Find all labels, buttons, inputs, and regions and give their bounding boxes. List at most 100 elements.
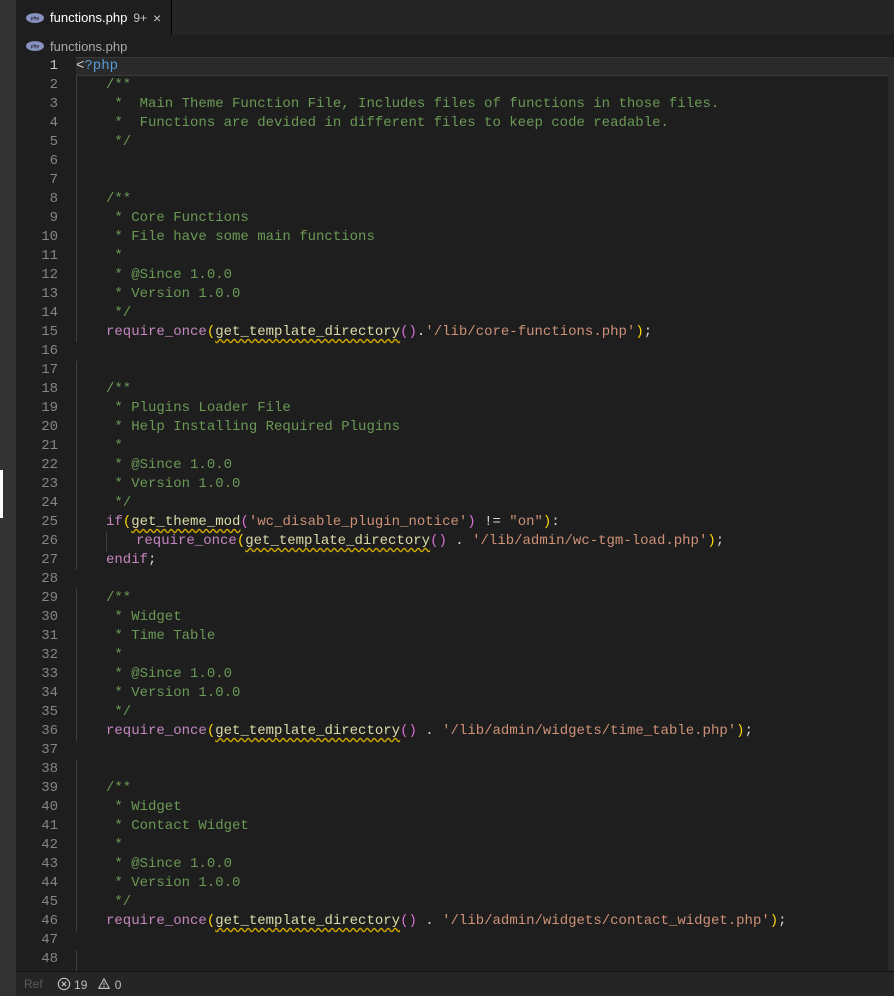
line-number[interactable]: 42 [16, 836, 76, 855]
line-number[interactable]: 23 [16, 475, 76, 494]
line-number[interactable]: 16 [16, 342, 76, 361]
code-line[interactable] [76, 950, 894, 969]
line-number[interactable]: 26 [16, 532, 76, 551]
line-number[interactable]: 35 [16, 703, 76, 722]
line-number[interactable]: 4 [16, 114, 76, 133]
code-line[interactable] [76, 171, 894, 190]
code-line[interactable]: <?php [76, 57, 894, 76]
line-number[interactable]: 15 [16, 323, 76, 342]
tab-close-button[interactable]: × [153, 11, 161, 25]
line-number[interactable]: 18 [16, 380, 76, 399]
line-number[interactable]: 7 [16, 171, 76, 190]
code-line[interactable]: * @Since 1.0.0 [76, 855, 894, 874]
line-number[interactable]: 45 [16, 893, 76, 912]
code-line[interactable]: * [76, 836, 894, 855]
line-number[interactable]: 31 [16, 627, 76, 646]
line-number[interactable]: 33 [16, 665, 76, 684]
line-number[interactable]: 28 [16, 570, 76, 589]
line-number[interactable]: 20 [16, 418, 76, 437]
code-editor[interactable]: 1234567891011121314151617181920212223242… [16, 57, 894, 971]
code-line[interactable]: require_once(get_template_directory() . … [76, 532, 894, 551]
line-number[interactable]: 13 [16, 285, 76, 304]
breadcrumb-item[interactable]: functions.php [50, 39, 127, 54]
code-line[interactable] [76, 342, 894, 361]
code-line[interactable]: * File have some main functions [76, 228, 894, 247]
line-number[interactable]: 6 [16, 152, 76, 171]
line-number[interactable]: 2 [16, 76, 76, 95]
code-line[interactable]: * [76, 646, 894, 665]
line-number[interactable]: 49 [16, 969, 76, 971]
code-line[interactable]: * [76, 437, 894, 456]
code-line[interactable]: */ [76, 893, 894, 912]
code-line[interactable] [76, 741, 894, 760]
code-line[interactable]: if(get_theme_mod('wc_disable_plugin_noti… [76, 513, 894, 532]
code-line[interactable] [76, 931, 894, 950]
line-number[interactable]: 3 [16, 95, 76, 114]
line-number[interactable]: 43 [16, 855, 76, 874]
code-line[interactable]: * Functions are devided in different fil… [76, 114, 894, 133]
code-line[interactable]: * Version 1.0.0 [76, 475, 894, 494]
code-line[interactable]: * Main Theme Function File, Includes fil… [76, 95, 894, 114]
code-line[interactable]: require_once(get_template_directory() . … [76, 912, 894, 931]
line-number[interactable]: 44 [16, 874, 76, 893]
line-number[interactable]: 32 [16, 646, 76, 665]
line-number[interactable]: 30 [16, 608, 76, 627]
code-line[interactable]: * Plugins Loader File [76, 399, 894, 418]
line-number[interactable]: 12 [16, 266, 76, 285]
code-line[interactable]: /** [76, 779, 894, 798]
line-number[interactable]: 8 [16, 190, 76, 209]
code-line[interactable]: /** [76, 380, 894, 399]
code-line[interactable]: * Time Table [76, 627, 894, 646]
code-line[interactable] [76, 570, 894, 589]
code-line[interactable]: * Version 1.0.0 [76, 874, 894, 893]
line-number[interactable]: 48 [16, 950, 76, 969]
code-line[interactable] [76, 760, 894, 779]
editor-tab-functions-php[interactable]: php functions.php 9+ × [16, 0, 172, 35]
line-number[interactable]: 46 [16, 912, 76, 931]
code-line[interactable]: * Widget [76, 798, 894, 817]
minimap[interactable] [888, 57, 894, 971]
line-number[interactable]: 25 [16, 513, 76, 532]
line-number[interactable]: 38 [16, 760, 76, 779]
line-number[interactable]: 14 [16, 304, 76, 323]
code-line[interactable]: */ [76, 494, 894, 513]
line-number[interactable]: 34 [16, 684, 76, 703]
line-number[interactable]: 29 [16, 589, 76, 608]
code-line[interactable]: * Widget [76, 608, 894, 627]
line-number[interactable]: 24 [16, 494, 76, 513]
code-line[interactable]: /** [76, 589, 894, 608]
code-line[interactable]: * Contact Widget [76, 817, 894, 836]
code-line[interactable]: require_once(get_template_directory() . … [76, 722, 894, 741]
code-line[interactable]: require_once(get_template_directory().'/… [76, 323, 894, 342]
code-line[interactable]: * Help Installing Required Plugins [76, 418, 894, 437]
code-line[interactable] [76, 152, 894, 171]
line-number[interactable]: 27 [16, 551, 76, 570]
line-number[interactable]: 36 [16, 722, 76, 741]
code-line[interactable]: * Version 1.0.0 [76, 684, 894, 703]
line-number[interactable]: 1 [16, 57, 76, 76]
line-number[interactable]: 17 [16, 361, 76, 380]
code-line[interactable]: * @Since 1.0.0 [76, 665, 894, 684]
line-number[interactable]: 9 [16, 209, 76, 228]
code-line[interactable]: * Core Functions [76, 209, 894, 228]
code-area[interactable]: <?php /** * Main Theme Function File, In… [76, 57, 894, 971]
line-number[interactable]: 41 [16, 817, 76, 836]
line-number[interactable]: 37 [16, 741, 76, 760]
code-line[interactable]: */ [76, 304, 894, 323]
line-number[interactable]: 5 [16, 133, 76, 152]
code-line[interactable]: /** [76, 190, 894, 209]
line-number[interactable]: 19 [16, 399, 76, 418]
code-line[interactable]: /** [76, 76, 894, 95]
line-number-gutter[interactable]: 1234567891011121314151617181920212223242… [16, 57, 76, 971]
line-number[interactable]: 40 [16, 798, 76, 817]
code-line[interactable] [76, 361, 894, 380]
line-number[interactable]: 11 [16, 247, 76, 266]
line-number[interactable]: 10 [16, 228, 76, 247]
code-line[interactable]: * @Since 1.0.0 [76, 456, 894, 475]
line-number[interactable]: 22 [16, 456, 76, 475]
code-line[interactable]: * [76, 247, 894, 266]
code-line[interactable]: */ [76, 703, 894, 722]
code-line[interactable]: */ [76, 133, 894, 152]
activity-bar[interactable] [0, 0, 16, 996]
status-problems[interactable]: 19 0 [57, 977, 122, 992]
